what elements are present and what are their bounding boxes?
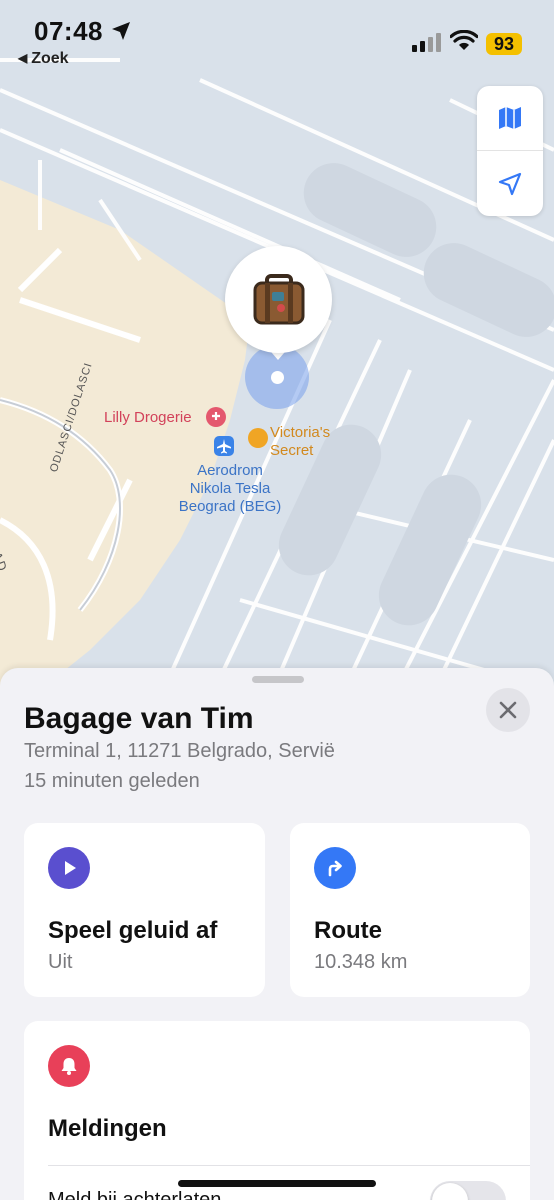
notifications-icon-circle — [48, 1045, 90, 1087]
item-pin[interactable] — [225, 246, 332, 353]
route-title: Route — [314, 917, 382, 944]
route-distance: 10.348 km — [314, 951, 408, 973]
item-title: Bagage van Tim — [24, 702, 254, 735]
poi-label-airport[interactable]: Aerodrom Nikola Tesla Beograd (BEG) — [170, 462, 290, 516]
map-mode-button[interactable] — [477, 86, 543, 151]
location-dot — [271, 371, 284, 384]
poi-label-lilly[interactable]: Lilly Drogerie — [104, 409, 192, 427]
location-services-icon — [112, 22, 130, 40]
back-to-app-button[interactable]: ◀ Zoek — [18, 50, 69, 68]
close-icon — [499, 701, 517, 719]
item-detail-sheet: Bagage van Tim Terminal 1, 11271 Belgrad… — [0, 668, 554, 1200]
sheet-grabber[interactable] — [252, 676, 304, 683]
bell-icon — [61, 1058, 77, 1075]
suitcase-icon — [253, 273, 304, 324]
notify-when-left-behind-label: Meld bij achterlaten — [48, 1189, 222, 1200]
play-sound-status: Uit — [48, 951, 73, 973]
map-controls — [477, 86, 543, 216]
notifications-card: Meldingen Meld bij achterlaten — [24, 1021, 530, 1200]
notify-when-left-behind-toggle[interactable] — [430, 1181, 506, 1200]
home-indicator[interactable] — [178, 1180, 376, 1187]
shopping-bag-icon — [248, 428, 268, 448]
cellular-signal-icon — [412, 33, 441, 52]
last-seen-time: 15 minuten geleden — [24, 770, 200, 792]
map-icon — [499, 107, 521, 129]
item-address: Terminal 1, 11271 Belgrado, Servië — [24, 740, 335, 762]
wifi-icon — [450, 30, 478, 50]
back-label: Zoek — [31, 50, 69, 67]
play-sound-icon-circle — [48, 847, 90, 889]
close-button[interactable] — [486, 688, 530, 732]
battery-indicator: 93 — [486, 33, 522, 55]
route-icon-circle — [314, 847, 356, 889]
divider — [48, 1165, 530, 1166]
location-arrow-icon — [498, 172, 522, 195]
pharmacy-icon: ✚ — [206, 407, 226, 427]
clock: 07:48 — [34, 16, 103, 46]
directions-arrow-icon — [328, 860, 342, 877]
notifications-title: Meldingen — [48, 1115, 167, 1142]
airplane-icon — [214, 436, 234, 456]
play-sound-card[interactable]: Speel geluid af Uit — [24, 823, 265, 997]
map-view[interactable]: ODLASCI/DOLASCI DAD Lilly Drogerie ✚ Vic… — [0, 0, 554, 720]
poi-label-victoria[interactable]: Victoria's Secret — [270, 424, 330, 460]
play-sound-title: Speel geluid af — [48, 917, 218, 944]
status-bar: 07:48 ◀ Zoek 93 — [0, 0, 554, 80]
route-card[interactable]: Route 10.348 km — [290, 823, 530, 997]
locate-button[interactable] — [477, 151, 543, 216]
toggle-knob — [432, 1183, 468, 1200]
play-icon — [65, 861, 76, 875]
back-triangle-icon: ◀ — [18, 51, 28, 65]
